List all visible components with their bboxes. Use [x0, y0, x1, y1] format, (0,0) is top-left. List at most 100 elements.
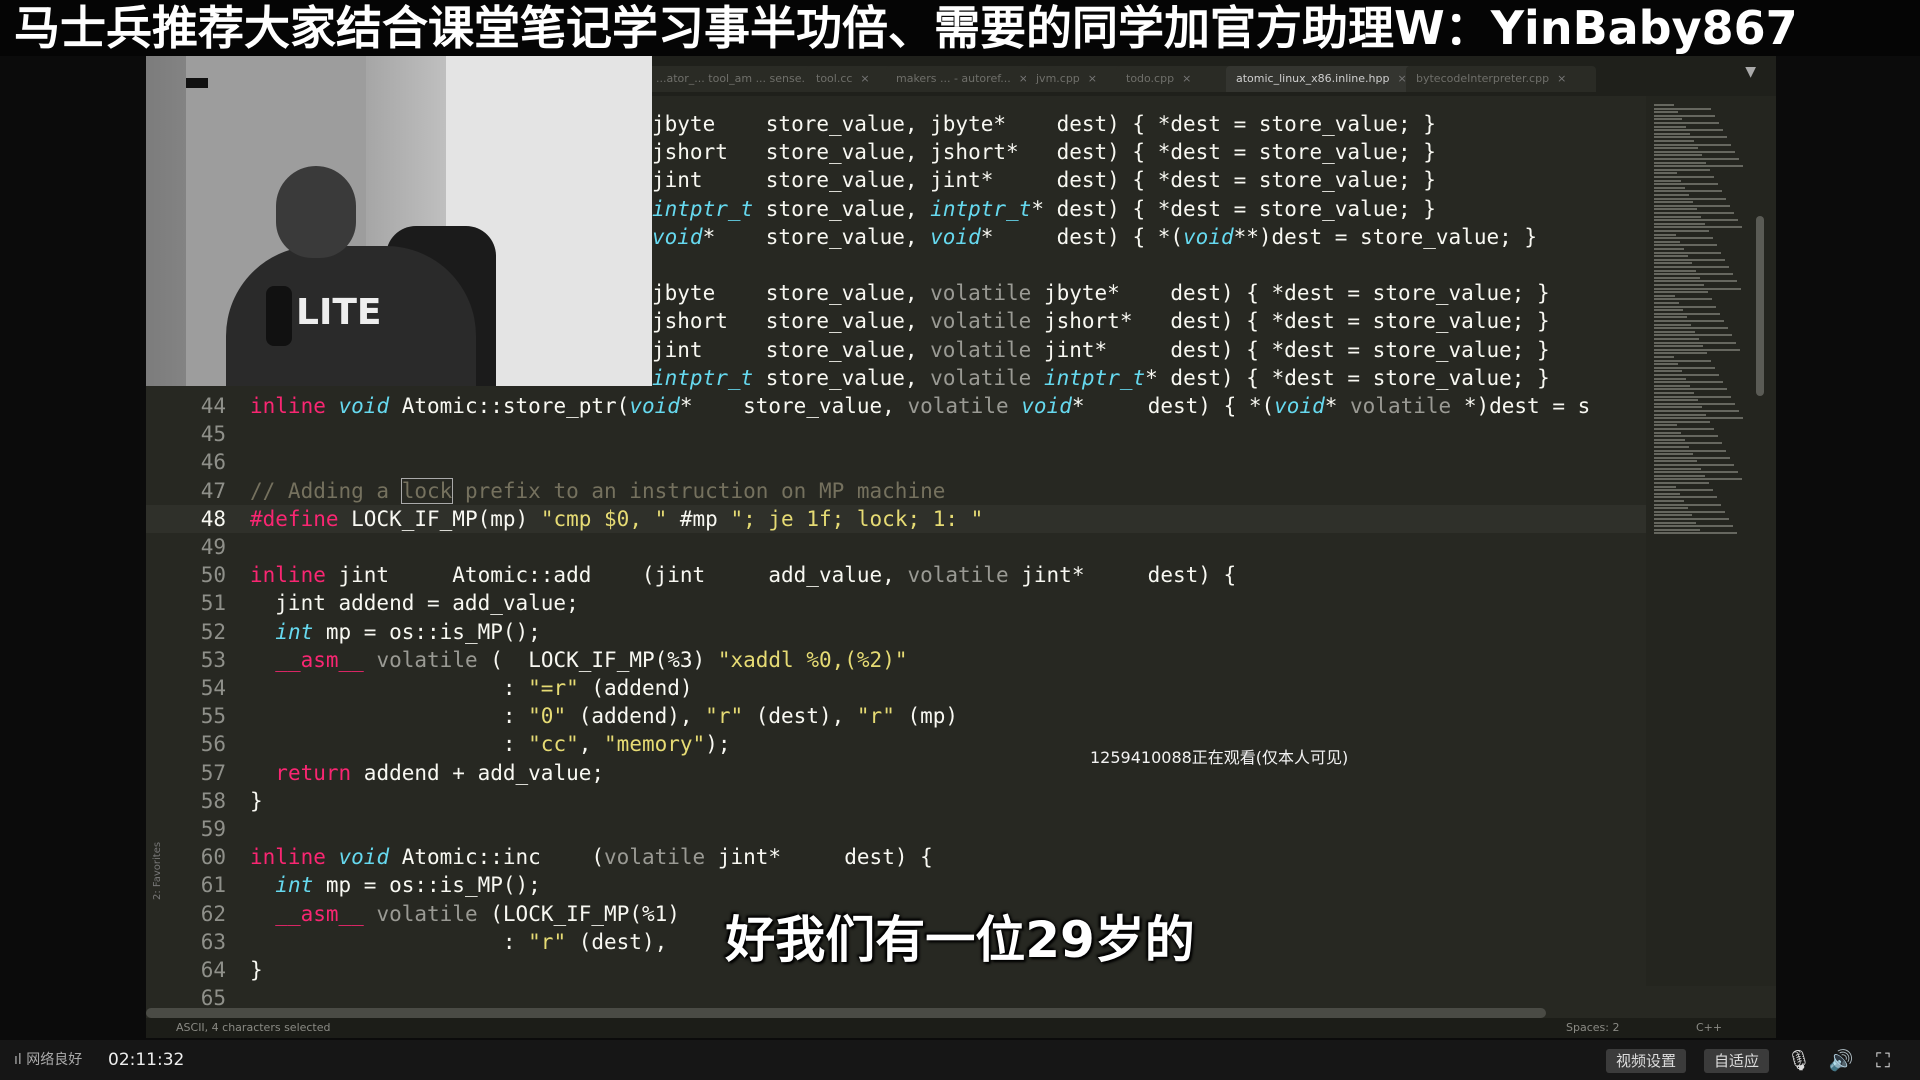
code-line[interactable]: 52 int mp = os::is_MP();: [146, 618, 1646, 646]
minimap-line: [1654, 467, 1701, 470]
minimap-line: [1654, 395, 1731, 398]
tab-overflow-chevron-icon[interactable]: ▼: [1745, 64, 1756, 80]
line-number: 49: [200, 535, 226, 559]
minimap-line: [1654, 388, 1727, 391]
minimap-line: [1654, 327, 1728, 330]
playback-time: 02:11:32: [108, 1050, 185, 1070]
minimap-line: [1654, 428, 1714, 430]
line-number: 46: [200, 450, 226, 475]
code-line[interactable]: 56 : "cc", "memory");: [146, 730, 1646, 758]
code-line[interactable]: 57 return addend + add_value;: [146, 759, 1646, 787]
vertical-scrollbar[interactable]: [1756, 216, 1764, 396]
minimap-line: [1654, 201, 1693, 204]
code-text: // Adding a lock prefix to an instructio…: [250, 477, 946, 504]
minimap-line: [1654, 446, 1689, 448]
close-tab-icon[interactable]: ×: [1182, 72, 1191, 85]
code-text: __asm__ volatile ( LOCK_IF_MP(%3) "xaddl…: [275, 647, 908, 672]
code-line[interactable]: 45: [146, 420, 1646, 448]
minimap-line: [1654, 402, 1735, 405]
minimap-line: [1654, 381, 1723, 384]
horizontal-scrollbar[interactable]: [146, 1008, 1546, 1018]
editor-tab[interactable]: bytecodeInterpreter.cpp ×: [1406, 66, 1596, 92]
network-status: ıl 网络良好: [14, 1052, 83, 1068]
minimap-line: [1654, 186, 1685, 189]
code-line[interactable]: 58}: [146, 787, 1646, 815]
code-text: : "0" (addend), "r" (dest), "r" (mp): [250, 704, 959, 729]
minimap-line: [1654, 528, 1700, 531]
code-text: : "=r" (addend): [250, 676, 693, 700]
editor-tab[interactable]: ...ator_... tool_am ... sense...×: [646, 66, 816, 92]
code-line[interactable]: 49: [146, 533, 1646, 561]
minimap-line: [1654, 226, 1742, 229]
code-text: return addend + add_value;: [275, 760, 605, 785]
code-line[interactable]: 55 : "0" (addend), "r" (dest), "r" (mp): [146, 702, 1646, 730]
volume-icon[interactable]: 🔊: [1828, 1046, 1854, 1074]
status-indentation[interactable]: Spaces: 2: [1566, 1018, 1619, 1038]
code-text: jint store_value, jint* dest) { *dest = …: [652, 168, 1436, 193]
close-tab-icon[interactable]: ×: [1088, 72, 1097, 85]
code-line[interactable]: 44 inline void Atomic::store_ptr(void* st…: [146, 392, 1646, 420]
minimap-line: [1654, 500, 1684, 502]
editor-tab[interactable]: makers ... - autoref... ×: [886, 66, 1036, 92]
code-line[interactable]: 46: [146, 448, 1646, 476]
microphone-stand: [266, 286, 292, 346]
video-settings-button[interactable]: 视频设置: [1606, 1049, 1687, 1073]
code-line[interactable]: 61 int mp = os::is_MP();: [146, 871, 1646, 899]
minimap-line: [1654, 208, 1697, 211]
code-text: jint store_value, volatile jint* dest) {…: [652, 337, 1550, 362]
editor-tab[interactable]: tool.cc ×: [806, 66, 896, 92]
editor-tab[interactable]: todo.cpp ×: [1116, 66, 1236, 92]
minimap-line: [1654, 341, 1736, 344]
minimap-line: [1654, 309, 1683, 312]
minimap-line: [1654, 384, 1690, 387]
code-line[interactable]: 54 : "=r" (addend): [146, 674, 1646, 702]
favorites-side-tab[interactable]: 2: Favorites: [152, 842, 163, 900]
minimap-line: [1654, 485, 1676, 488]
code-line[interactable]: 48 #define LOCK_IF_MP(mp) "cmp $0, " #mp …: [146, 505, 1646, 533]
minimap-line: [1654, 190, 1722, 193]
minimap-line: [1654, 514, 1692, 517]
status-syntax[interactable]: C++: [1696, 1018, 1722, 1038]
editor-tab-active[interactable]: atomic_linux_x86.inline.hpp ×: [1226, 66, 1416, 92]
line-number: 48: [200, 506, 226, 531]
code-line[interactable]: 50 inline jint Atomic::add (jint add_valu…: [146, 561, 1646, 589]
minimap-line: [1654, 518, 1729, 520]
minimap-line: [1654, 392, 1694, 394]
minimap-line: [1654, 417, 1743, 420]
minimap-line: [1654, 464, 1734, 466]
code-text: jshort store_value, jshort* dest) { *des…: [652, 140, 1436, 165]
minimap-line: [1654, 219, 1738, 222]
mic-icon[interactable]: 🎙: [1786, 1046, 1812, 1074]
close-tab-icon[interactable]: ×: [860, 72, 869, 85]
minimap-line: [1654, 356, 1674, 358]
minimap-line: [1654, 298, 1712, 301]
code-line[interactable]: 53 __asm__ volatile ( LOCK_IF_MP(%3) "xa…: [146, 646, 1646, 674]
fullscreen-icon[interactable]: ⛶: [1870, 1046, 1896, 1074]
minimap-line: [1654, 111, 1678, 114]
minimap-line: [1654, 168, 1710, 171]
code-line[interactable]: 47 // Adding a lock prefix to an instruct…: [146, 477, 1646, 505]
minimap-line: [1654, 158, 1739, 160]
code-line[interactable]: 51 jint addend = add_value;: [146, 589, 1646, 617]
minimap-line: [1654, 118, 1682, 121]
close-tab-icon[interactable]: ×: [1557, 72, 1566, 85]
quality-auto-button[interactable]: 自适应: [1704, 1049, 1770, 1073]
minimap-line: [1654, 366, 1715, 369]
minimap-line: [1654, 453, 1693, 456]
line-number: 52: [200, 619, 226, 644]
minimap-line: [1654, 237, 1713, 240]
code-line[interactable]: 59: [146, 815, 1646, 843]
minimap-line: [1654, 320, 1724, 322]
minimap-line: [1654, 172, 1677, 175]
code-text: jbyte store_value, volatile jbyte* dest)…: [652, 281, 1550, 306]
minimap-line: [1654, 438, 1685, 441]
minimap-line: [1654, 194, 1689, 196]
editor-tab[interactable]: jvm.cpp ×: [1026, 66, 1126, 92]
code-line[interactable]: 60 inline void Atomic::inc (volatile jint…: [146, 843, 1646, 871]
minimap-line: [1654, 492, 1680, 495]
minimap-line: [1654, 507, 1688, 510]
line-number: 51: [200, 591, 226, 616]
webcam-overlay: LITE: [146, 56, 652, 386]
minimap-line: [1654, 240, 1680, 243]
minimap-line: [1654, 460, 1697, 463]
